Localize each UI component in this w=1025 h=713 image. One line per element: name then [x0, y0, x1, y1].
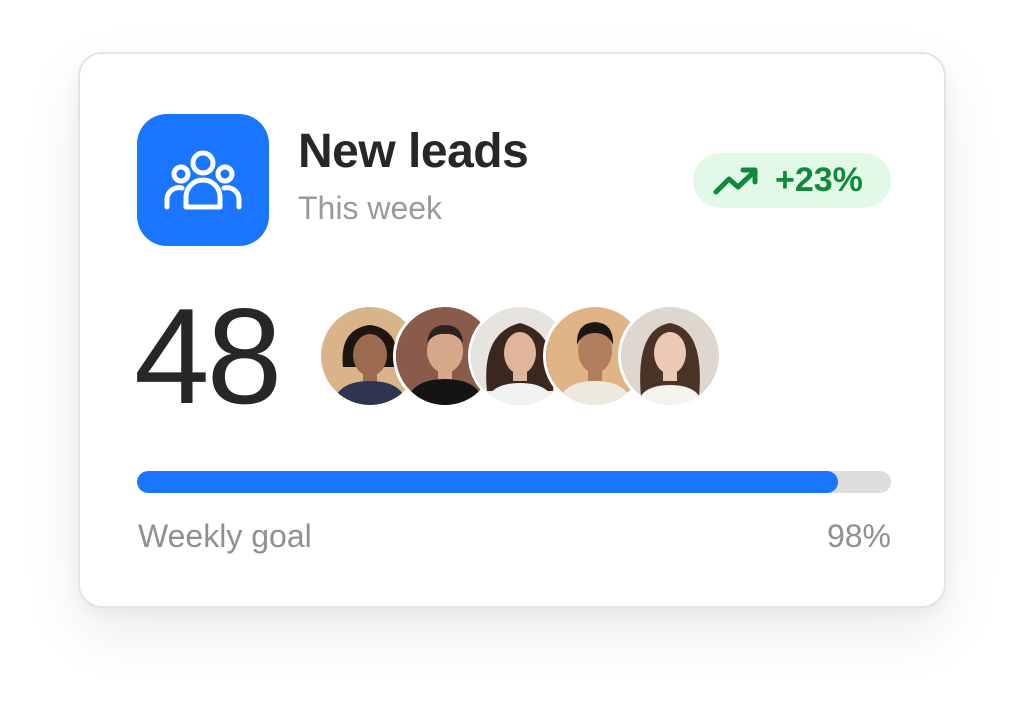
trend-badge: +23%	[693, 153, 891, 208]
trending-up-icon	[713, 164, 759, 198]
progress-fill	[137, 471, 839, 493]
card-subtitle: This week	[298, 190, 443, 226]
weekly-goal-value: 98%	[826, 518, 891, 554]
lead-count: 48	[134, 280, 282, 432]
weekly-goal-label: Weekly goal	[138, 518, 312, 554]
users-group-icon	[137, 114, 269, 246]
weekly-goal-progress-bar	[137, 471, 891, 493]
avatar[interactable]	[618, 304, 722, 408]
trend-percentage: +23%	[775, 161, 863, 199]
card-title: New leads	[298, 125, 529, 178]
